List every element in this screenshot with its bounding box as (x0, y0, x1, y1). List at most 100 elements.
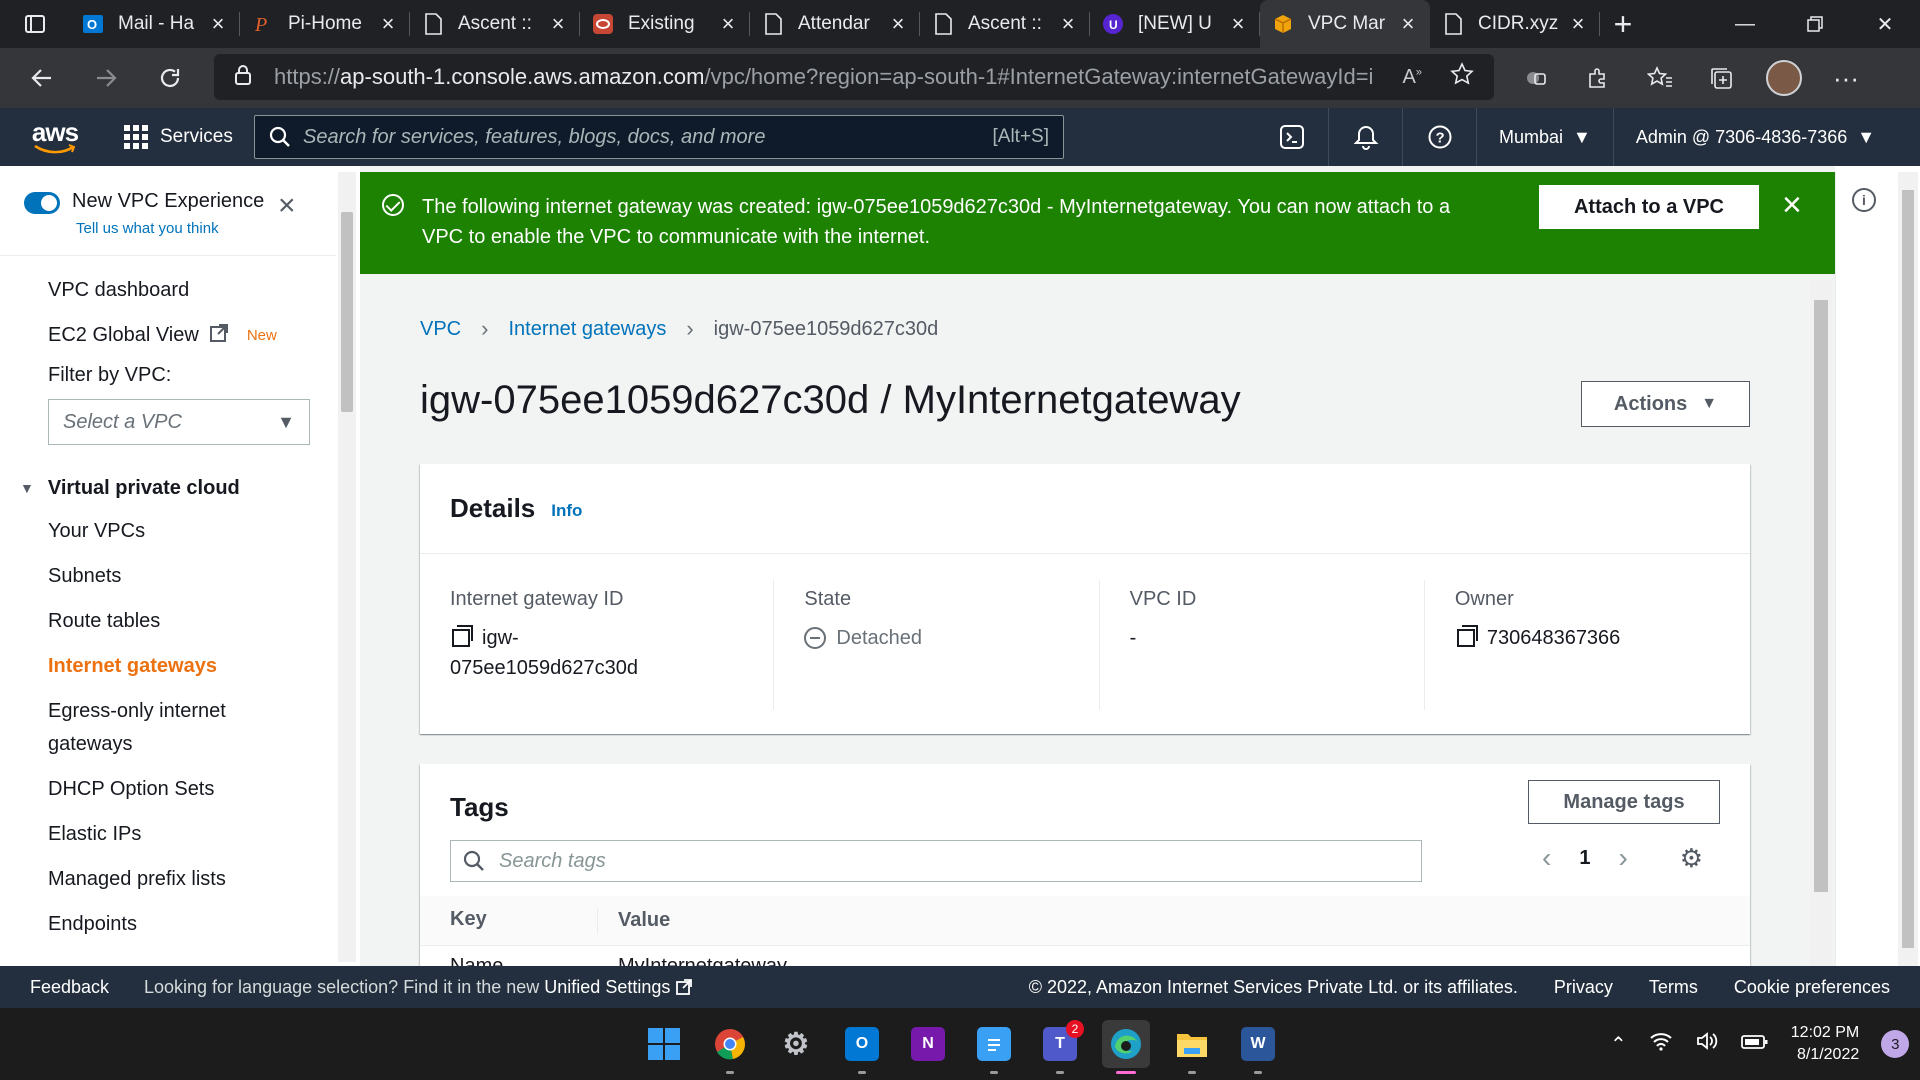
sidebar-item-managed-prefix-lists[interactable]: Managed prefix lists (48, 857, 336, 902)
main-scrollbar[interactable] (1810, 280, 1832, 966)
outlook-taskbar-app[interactable]: O (838, 1020, 886, 1074)
next-page-icon[interactable]: › (1618, 842, 1627, 874)
current-page-number[interactable]: 1 (1579, 847, 1590, 870)
sidebar-item-ec2-global-view[interactable]: EC2 Global View New (48, 313, 336, 358)
copy-icon[interactable] (452, 625, 473, 647)
breadcrumb-internet-gateways[interactable]: Internet gateways (508, 318, 666, 341)
file-explorer-taskbar-app[interactable] (1168, 1020, 1216, 1074)
browser-tab-mail[interactable]: O Mail - Ha × (70, 0, 240, 48)
restore-icon[interactable] (1780, 0, 1850, 48)
close-tab-icon[interactable]: × (718, 13, 738, 35)
extensions-puzzle-icon[interactable] (1567, 48, 1629, 108)
section-virtual-private-cloud[interactable]: ▼ Virtual private cloud (20, 473, 336, 503)
attach-to-vpc-button[interactable]: Attach to a VPC (1539, 185, 1759, 229)
scrollbar-thumb[interactable] (341, 212, 353, 412)
browser-tab-ascent-2[interactable]: Ascent :: × (920, 0, 1090, 48)
back-icon[interactable] (10, 48, 74, 108)
info-icon[interactable]: i (1852, 188, 1876, 212)
unified-settings-link[interactable]: Unified Settings (544, 977, 670, 997)
more-options-icon[interactable]: ··· (1815, 48, 1877, 108)
close-tab-icon[interactable]: × (888, 13, 908, 35)
wifi-icon[interactable] (1649, 1031, 1673, 1057)
onenote-taskbar-app[interactable]: N (904, 1020, 952, 1068)
page-scrollbar[interactable] (1898, 172, 1918, 966)
tags-search-input[interactable] (499, 849, 1409, 873)
tags-search-bar[interactable] (450, 840, 1422, 882)
sidebar-item-your-vpcs[interactable]: Your VPCs (48, 509, 336, 554)
edge-taskbar-app[interactable] (1102, 1020, 1150, 1074)
forward-icon[interactable] (74, 48, 138, 108)
sidebar-item-dhcp-option-sets[interactable]: DHCP Option Sets (48, 767, 336, 812)
close-window-icon[interactable]: ✕ (1850, 0, 1920, 48)
settings-taskbar-app[interactable]: ⚙ (772, 1020, 820, 1068)
collections-icon[interactable] (1691, 48, 1753, 108)
sidebar-item-endpoints[interactable]: Endpoints (48, 902, 336, 947)
sidebar-item-vpc-dashboard[interactable]: VPC dashboard (48, 268, 336, 313)
chevron-up-icon[interactable]: ⌃ (1610, 1032, 1627, 1057)
browser-tab-attendance[interactable]: Attendar × (750, 0, 920, 48)
browser-tab-pi-home[interactable]: P Pi-Home × (240, 0, 410, 48)
favorites-icon[interactable] (1629, 48, 1691, 108)
sidebar-item-subnets[interactable]: Subnets (48, 554, 336, 599)
region-selector[interactable]: Mumbai ▼ (1477, 108, 1614, 166)
feedback-link[interactable]: Feedback (0, 977, 144, 998)
browser-tab-ascent[interactable]: Ascent :: × (410, 0, 580, 48)
close-tab-icon[interactable]: × (1398, 13, 1418, 35)
help-icon[interactable]: ? (1403, 108, 1477, 166)
terms-link[interactable]: Terms (1649, 977, 1698, 998)
notepad-taskbar-app[interactable] (970, 1020, 1018, 1074)
dismiss-flash-icon[interactable]: × (1782, 188, 1802, 222)
new-tab-button[interactable]: + (1600, 0, 1646, 48)
add-favorite-icon[interactable] (1450, 62, 1474, 92)
teams-taskbar-app[interactable]: T 2 (1036, 1020, 1084, 1074)
notifications-bell-icon[interactable] (1329, 108, 1403, 166)
vpc-filter-select[interactable]: Select a VPC ▼ (48, 399, 310, 445)
aws-logo[interactable]: aws (0, 108, 110, 166)
new-experience-toggle[interactable] (24, 192, 60, 214)
aws-search-input[interactable] (303, 125, 993, 149)
close-tab-icon[interactable]: × (208, 13, 228, 35)
close-icon[interactable]: × (278, 191, 296, 221)
details-info-link[interactable]: Info (551, 501, 582, 521)
copy-icon[interactable] (1456, 625, 1478, 647)
gear-icon[interactable]: ⚙ (1680, 843, 1703, 874)
privacy-link[interactable]: Privacy (1554, 977, 1613, 998)
scrollbar-thumb[interactable] (1902, 190, 1914, 948)
close-tab-icon[interactable]: × (1568, 13, 1588, 35)
sidebar-item-route-tables[interactable]: Route tables (48, 599, 336, 644)
account-menu[interactable]: Admin @ 7306-4836-7366 ▼ (1614, 108, 1897, 166)
sidebar-item-egress-only-internet-gateways[interactable]: Egress-only internet gateways (48, 689, 268, 767)
sidebar-item-internet-gateways[interactable]: Internet gateways (48, 644, 336, 689)
system-clock[interactable]: 12:02 PM 8/1/2022 (1791, 1022, 1859, 1066)
aws-search-bar[interactable]: [Alt+S] (254, 115, 1064, 159)
browser-tab-existing[interactable]: Existing × (580, 0, 750, 48)
tab-actions-icon[interactable] (0, 0, 70, 48)
battery-icon[interactable] (1740, 1033, 1769, 1056)
breadcrumb-vpc[interactable]: VPC (420, 318, 461, 341)
column-header-key[interactable]: Key (420, 907, 598, 934)
feedback-link[interactable]: Tell us what you think (76, 220, 219, 237)
close-tab-icon[interactable]: × (548, 13, 568, 35)
close-tab-icon[interactable]: × (1058, 13, 1078, 35)
word-taskbar-app[interactable]: W (1234, 1020, 1282, 1074)
profile-avatar[interactable] (1753, 48, 1815, 108)
actions-button[interactable]: Actions ▼ (1581, 381, 1750, 427)
cloudshell-icon[interactable] (1255, 108, 1329, 166)
lock-icon[interactable] (234, 64, 252, 91)
manage-tags-button[interactable]: Manage tags (1528, 780, 1720, 824)
chrome-taskbar-app[interactable] (706, 1020, 754, 1074)
start-button[interactable] (640, 1020, 688, 1068)
read-aloud-icon[interactable]: A» (1403, 66, 1422, 89)
scrollbar-thumb[interactable] (1814, 300, 1828, 892)
close-tab-icon[interactable]: × (1228, 13, 1248, 35)
volume-icon[interactable] (1695, 1030, 1719, 1058)
sidebar-scrollbar[interactable] (338, 172, 356, 962)
cookie-preferences-link[interactable]: Cookie preferences (1734, 977, 1890, 998)
services-menu[interactable]: Services (124, 125, 233, 149)
column-header-value[interactable]: Value (598, 909, 670, 932)
browser-tab-udemy[interactable]: U [NEW] U × (1090, 0, 1260, 48)
close-tab-icon[interactable]: × (378, 13, 398, 35)
browser-tab-cidr[interactable]: CIDR.xyz × (1430, 0, 1600, 48)
previous-page-icon[interactable]: ‹ (1542, 842, 1551, 874)
sidebar-item-elastic-ips[interactable]: Elastic IPs (48, 812, 336, 857)
